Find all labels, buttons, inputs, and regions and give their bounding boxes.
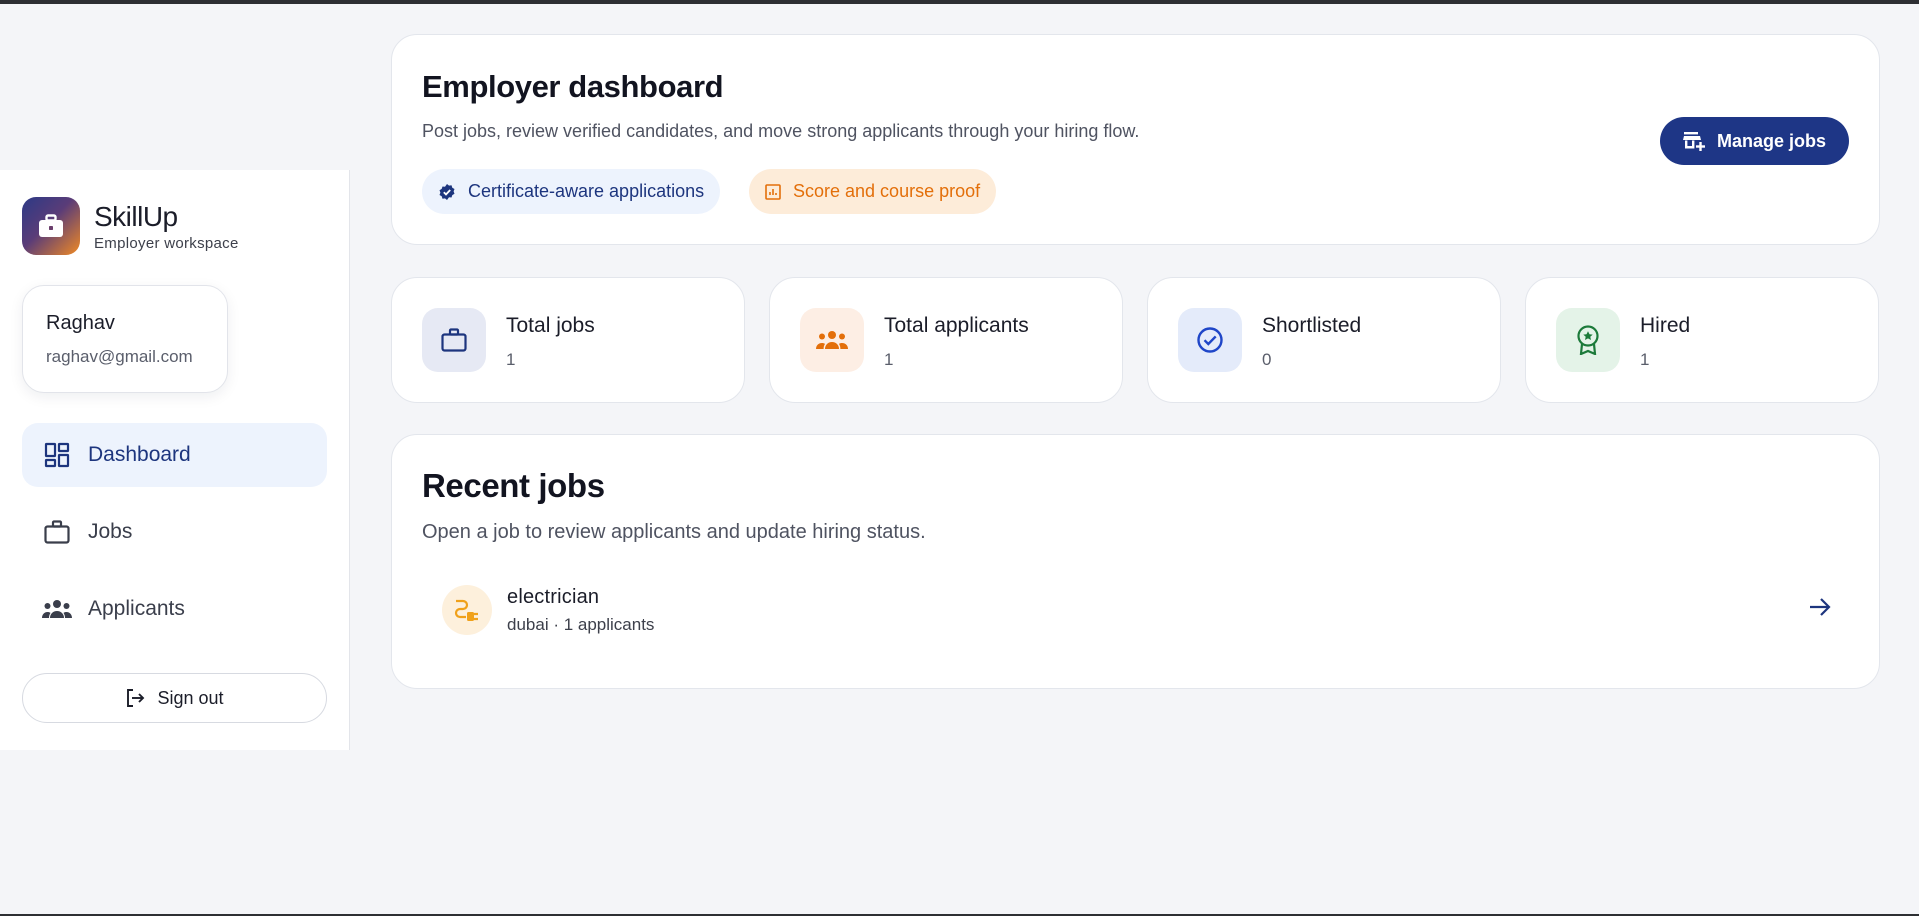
briefcase-icon (422, 308, 486, 372)
sidebar-nav: Dashboard Jobs Applicants (22, 423, 327, 654)
briefcase-icon (22, 197, 80, 255)
brand-subtitle: Employer workspace (94, 234, 239, 252)
manage-jobs-button[interactable]: Manage jobs (1660, 117, 1849, 165)
groups-icon (800, 308, 864, 372)
logout-icon (125, 688, 145, 708)
stat-label: Hired (1640, 314, 1691, 337)
sign-out-button[interactable]: Sign out (22, 673, 327, 723)
stat-card-shortlisted: Shortlisted 0 (1147, 277, 1501, 403)
chip-label: Certificate-aware applications (468, 181, 705, 201)
stat-value: 0 (1262, 350, 1272, 369)
briefcase-icon (42, 517, 72, 547)
stat-card-hired: Hired 1 (1525, 277, 1879, 403)
sidebar: SkillUp Employer workspace Raghav raghav… (0, 170, 350, 750)
sidebar-item-jobs[interactable]: Jobs (22, 500, 327, 564)
sign-out-label: Sign out (157, 687, 224, 708)
dashboard-header-card: Employer dashboard Post jobs, review ver… (391, 34, 1880, 245)
stat-label: Total applicants (884, 314, 1029, 337)
page-description: Post jobs, review verified candidates, a… (422, 121, 1140, 141)
sidebar-item-label: Dashboard (88, 443, 191, 466)
stat-value: 1 (884, 350, 894, 369)
page-title: Employer dashboard (422, 69, 724, 104)
recent-jobs-card: Recent jobs Open a job to review applica… (391, 434, 1880, 689)
arrow-right-icon[interactable] (1808, 595, 1832, 619)
recent-jobs-description: Open a job to review applicants and upda… (422, 521, 926, 543)
chip-label: Score and course proof (793, 181, 981, 201)
brand-name: SkillUp (94, 200, 178, 232)
dashboard-icon (42, 440, 72, 470)
user-email: raghav@gmail.com (46, 347, 193, 366)
analytics-icon (765, 183, 781, 200)
user-card: Raghav raghav@gmail.com (22, 285, 228, 393)
check-circle-icon (1178, 308, 1242, 372)
brand: SkillUp Employer workspace (22, 197, 239, 255)
sidebar-item-applicants[interactable]: Applicants (22, 577, 327, 641)
sidebar-item-label: Jobs (88, 520, 133, 543)
add-business-icon (1682, 131, 1705, 151)
sidebar-item-label: Applicants (88, 597, 185, 620)
stat-card-total-jobs: Total jobs 1 (391, 277, 745, 403)
manage-jobs-label: Manage jobs (1716, 130, 1827, 151)
verified-icon (438, 183, 456, 201)
stat-label: Total jobs (506, 314, 595, 337)
recent-jobs-title: Recent jobs (422, 467, 605, 504)
window-top-bar (0, 0, 1919, 4)
group-icon (42, 594, 72, 624)
plug-icon (442, 585, 492, 635)
job-meta: dubai · 1 applicants (507, 614, 655, 634)
award-icon (1556, 308, 1620, 372)
user-name: Raghav (46, 312, 115, 334)
score-chip: Score and course proof (749, 169, 997, 214)
stat-value: 1 (1640, 350, 1650, 369)
job-title: electrician (507, 585, 600, 608)
stat-card-total-applicants: Total applicants 1 (769, 277, 1123, 403)
stat-label: Shortlisted (1262, 314, 1362, 337)
stat-value: 1 (506, 350, 516, 369)
job-row[interactable]: electrician dubai · 1 applicants (442, 580, 1832, 640)
sidebar-item-dashboard[interactable]: Dashboard (22, 423, 327, 487)
certificate-chip: Certificate-aware applications (422, 169, 721, 214)
